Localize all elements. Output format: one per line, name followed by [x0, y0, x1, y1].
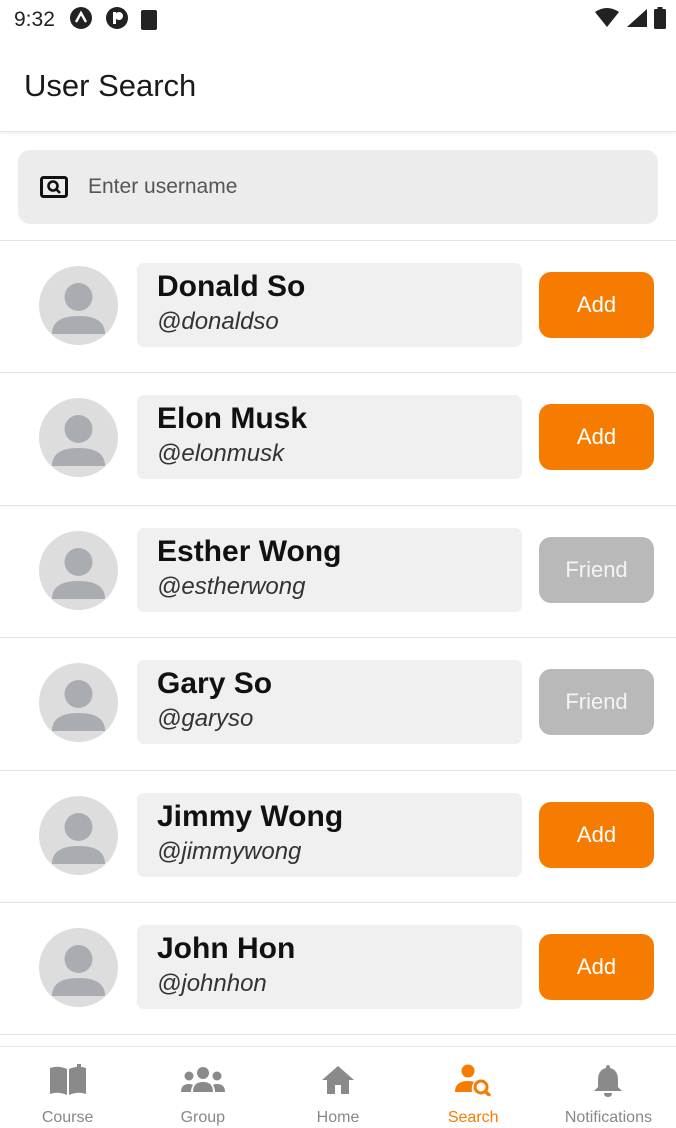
status-time: 9:32: [14, 8, 55, 31]
user-name: Donald So: [157, 270, 306, 303]
user-row: Elon Musk @elonmusk Add: [0, 373, 676, 506]
user-name: Elon Musk: [157, 402, 308, 436]
user-list: Donald So @donaldso Add Elon Musk @elonm…: [0, 241, 676, 1036]
nav-item-home[interactable]: Home: [270, 1047, 405, 1128]
bell-icon: [593, 1063, 623, 1097]
group-icon: [180, 1063, 225, 1097]
status-bar: 9:32: [0, 0, 676, 40]
bottom-nav: Course Group Home Search Notifications: [0, 1046, 676, 1128]
user-name: Jimmy Wong: [157, 799, 344, 833]
home-icon: [321, 1063, 355, 1097]
nav-label: Group: [180, 1109, 226, 1126]
user-info-card[interactable]: Esther Wong @estherwong: [137, 527, 522, 612]
nav-item-group[interactable]: Group: [135, 1047, 270, 1128]
user-name: Gary So: [157, 667, 273, 701]
add-friend-button[interactable]: Add: [539, 801, 654, 868]
nav-item-notifications[interactable]: Notifications: [541, 1047, 676, 1128]
user-row: John Hon @johnhon Add: [0, 903, 676, 1036]
friend-status-button[interactable]: Friend: [539, 536, 654, 603]
user-handle: @estherwong: [157, 572, 306, 600]
sd-card-icon: [140, 10, 157, 30]
nav-label: Home: [316, 1109, 360, 1126]
nav-label: Search: [447, 1109, 499, 1126]
avatar: [39, 266, 118, 345]
person-search-icon: [454, 1063, 492, 1097]
user-info-card[interactable]: Donald So @donaldso: [137, 263, 522, 347]
user-handle: @donaldso: [157, 308, 279, 335]
user-handle: @jimmywong: [157, 837, 302, 865]
user-info-card[interactable]: John Hon @johnhon: [137, 924, 522, 1009]
search-bar[interactable]: [18, 150, 658, 224]
search-icon: [40, 176, 68, 198]
add-friend-button[interactable]: Add: [539, 272, 654, 338]
app-bar: User Search: [0, 40, 676, 132]
avatar: [39, 927, 118, 1007]
nav-label: Notifications: [564, 1109, 652, 1126]
user-name: John Hon: [157, 931, 296, 965]
user-handle: @elonmusk: [157, 440, 285, 468]
user-handle: @garyso: [157, 705, 254, 733]
friend-status-button[interactable]: Friend: [539, 669, 654, 736]
app-notification-icon: [105, 6, 129, 35]
user-row: Gary So @garyso Friend: [0, 638, 676, 771]
nav-label: Course: [41, 1109, 94, 1126]
wifi-icon: [594, 7, 620, 33]
book-icon: [48, 1063, 88, 1097]
user-info-card[interactable]: Jimmy Wong @jimmywong: [137, 792, 522, 877]
user-row: Jimmy Wong @jimmywong Add: [0, 771, 676, 903]
avatar: [39, 663, 118, 743]
avatar: [39, 398, 118, 478]
user-handle: @johnhon: [157, 969, 267, 997]
nav-item-search[interactable]: Search: [406, 1047, 541, 1128]
user-name: Esther Wong: [157, 534, 342, 568]
nav-item-course[interactable]: Course: [0, 1047, 135, 1128]
user-info-card[interactable]: Elon Musk @elonmusk: [137, 395, 522, 480]
add-friend-button[interactable]: Add: [539, 933, 654, 1000]
add-friend-button[interactable]: Add: [539, 404, 654, 471]
search-input[interactable]: [88, 175, 658, 199]
user-row: Donald So @donaldso Add: [0, 241, 676, 374]
user-row: Esther Wong @estherwong Friend: [0, 506, 676, 639]
battery-icon: [654, 6, 666, 34]
user-info-card[interactable]: Gary So @garyso: [137, 660, 522, 745]
avatar: [39, 530, 118, 610]
app-notification-icon: [69, 6, 93, 35]
avatar: [39, 795, 118, 875]
page-title: User Search: [24, 67, 197, 103]
signal-icon: [626, 8, 648, 33]
